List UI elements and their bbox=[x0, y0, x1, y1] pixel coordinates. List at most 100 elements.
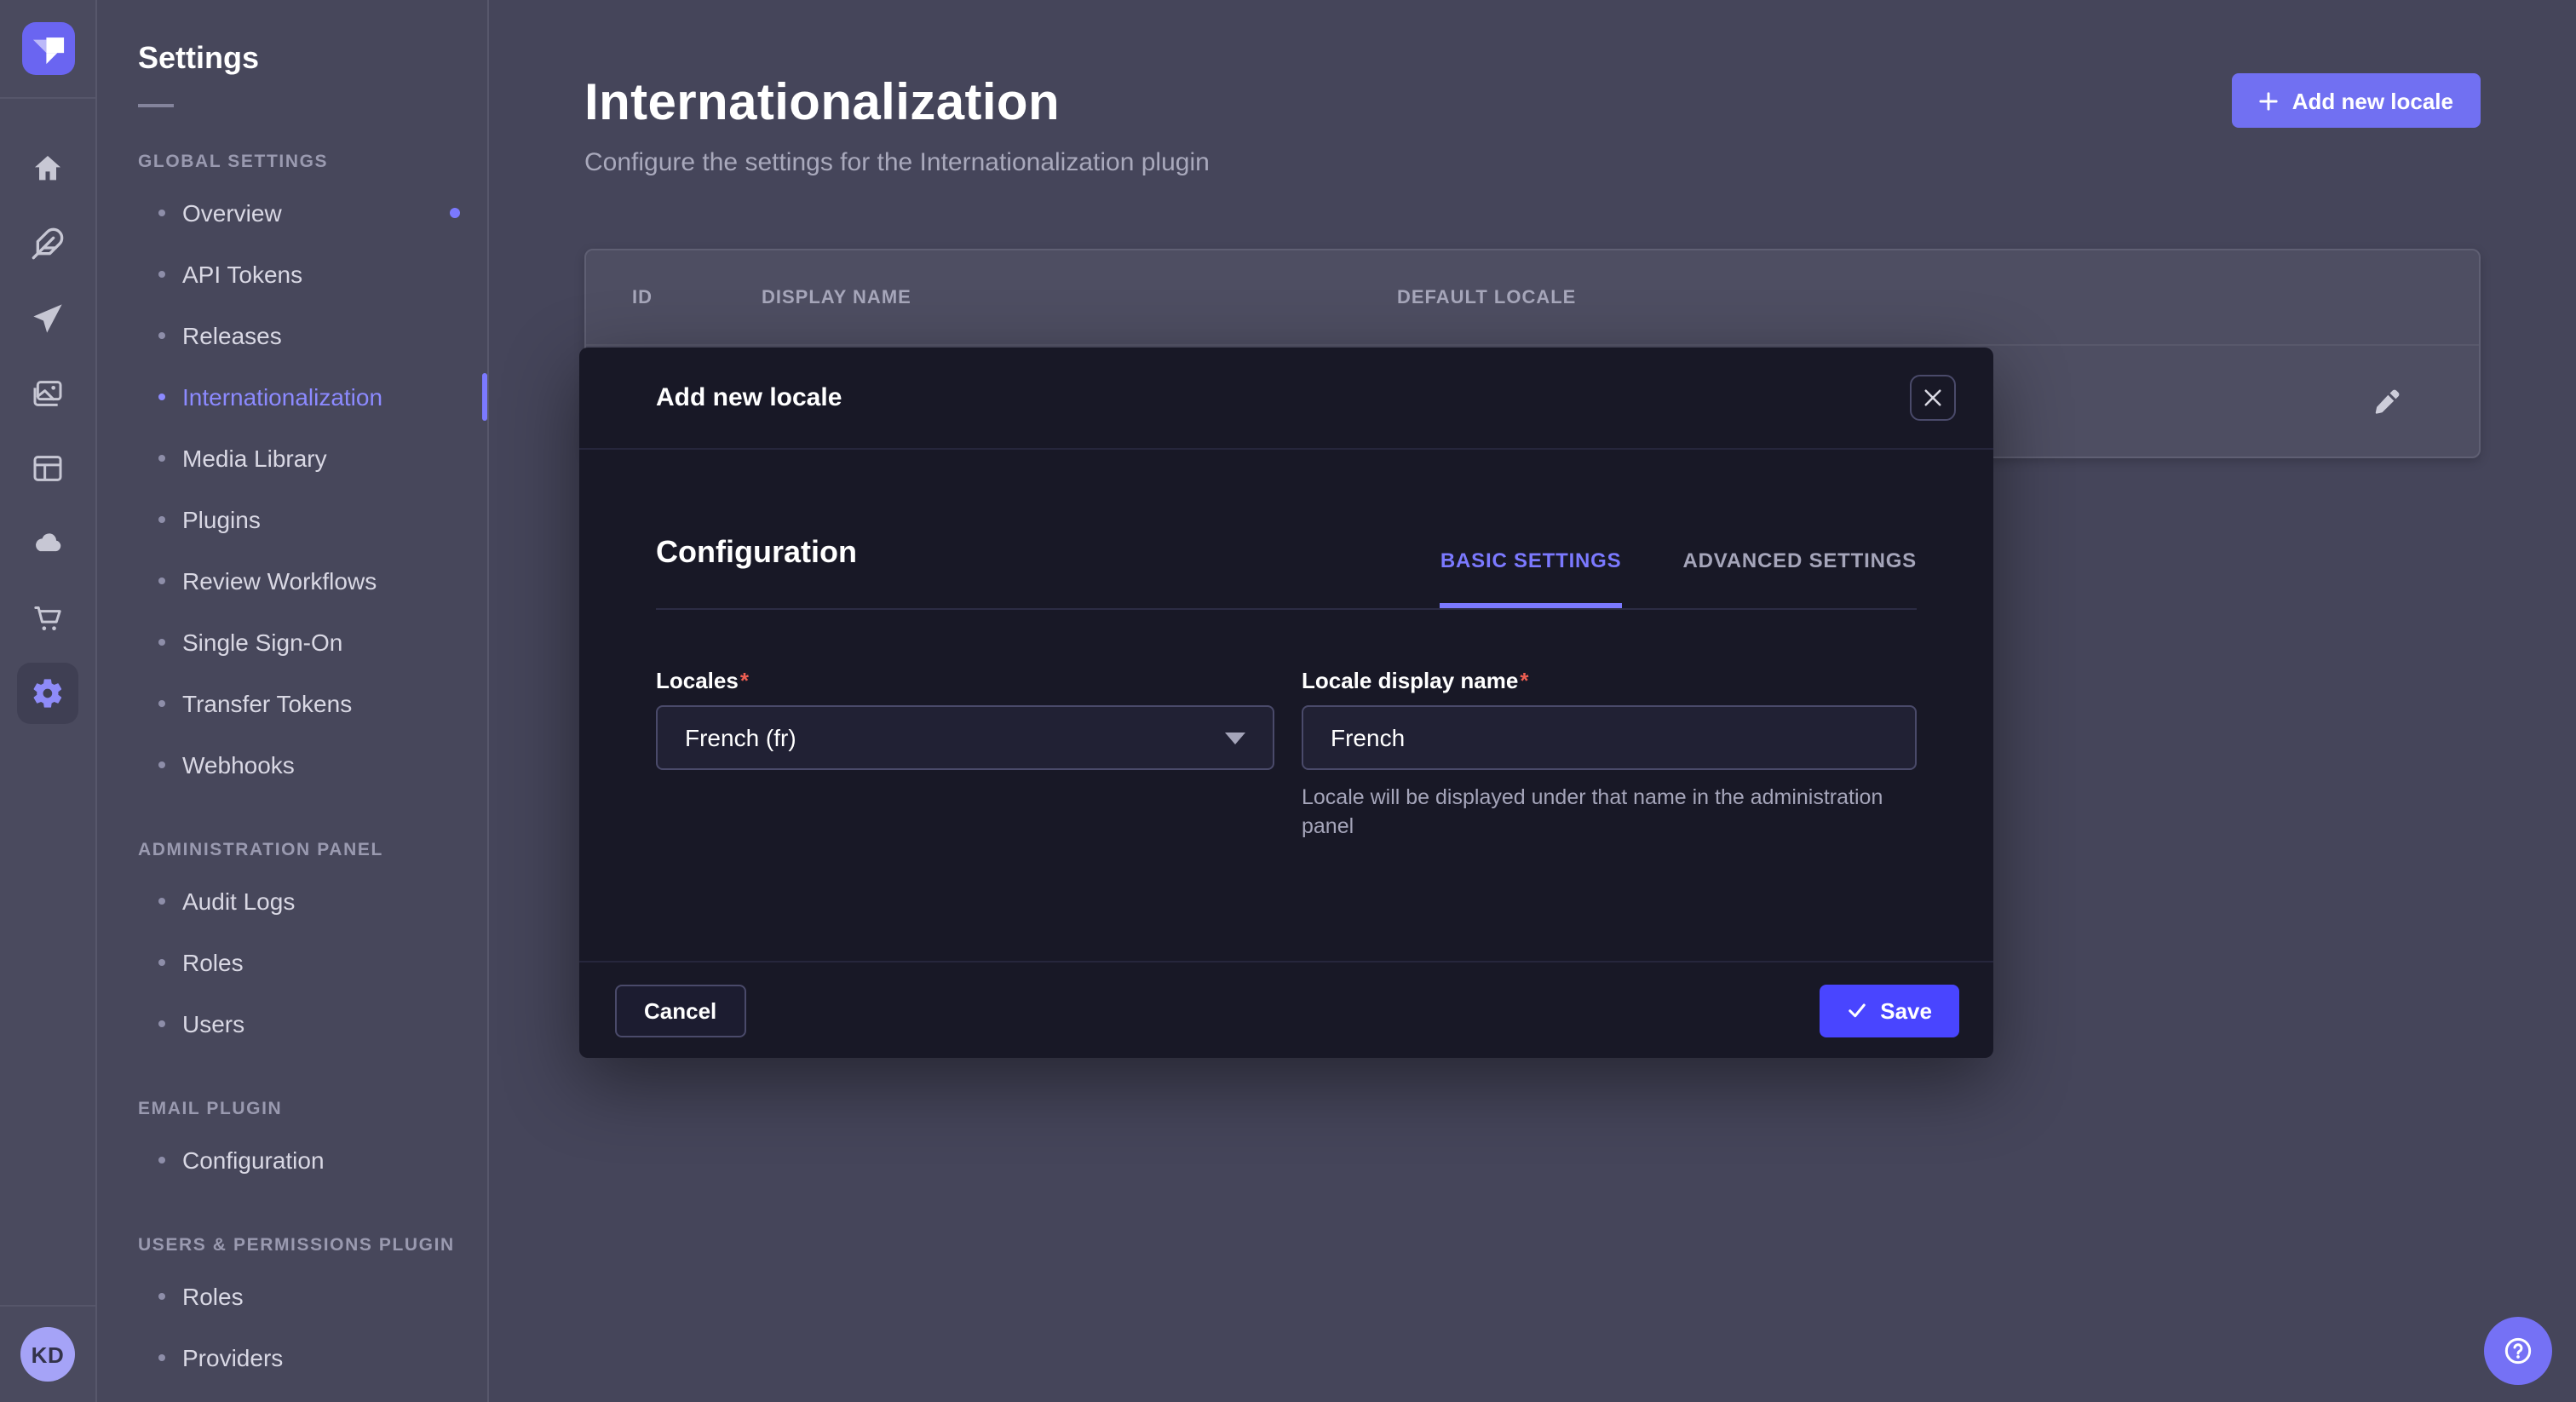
marketplace-cart-icon[interactable] bbox=[0, 581, 95, 656]
sidebar-item-label: Releases bbox=[182, 322, 282, 349]
save-button[interactable]: Save bbox=[1819, 984, 1959, 1037]
bullet-icon bbox=[158, 210, 165, 216]
sidebar-item-label: API Tokens bbox=[182, 261, 302, 288]
settings-gear-active-bg bbox=[17, 663, 78, 724]
locales-field: Locales* French (fr) bbox=[656, 668, 1274, 842]
media-library-icon[interactable] bbox=[0, 356, 95, 431]
display-name-field: Locale display name* Locale will be disp… bbox=[1302, 668, 1917, 842]
bullet-icon bbox=[158, 959, 165, 966]
sidebar-item-plugins[interactable]: Plugins bbox=[138, 489, 487, 550]
add-new-locale-button[interactable]: Add new locale bbox=[2233, 73, 2481, 128]
sidebar-item-single-sign-on[interactable]: Single Sign-On bbox=[138, 612, 487, 673]
sidebar-item-label: Roles bbox=[182, 1283, 244, 1310]
bullet-icon bbox=[158, 1020, 165, 1027]
section-administration-panel: ADMINISTRATION PANEL bbox=[138, 840, 487, 860]
tab-advanced-settings[interactable]: ADVANCED SETTINGS bbox=[1682, 549, 1917, 608]
bullet-icon bbox=[158, 1157, 165, 1164]
user-avatar[interactable]: KD bbox=[20, 1327, 75, 1382]
sidebar-item-label: Audit Logs bbox=[182, 888, 295, 915]
check-icon bbox=[1846, 1000, 1866, 1020]
bullet-icon bbox=[158, 455, 165, 462]
content-manager-feather-icon[interactable] bbox=[0, 206, 95, 281]
sidebar-item-label: Media Library bbox=[182, 445, 327, 472]
locales-select[interactable]: French (fr) bbox=[656, 705, 1274, 770]
sidebar-item-label: Internationalization bbox=[182, 383, 382, 411]
sidebar-item-up-providers[interactable]: Providers bbox=[138, 1327, 487, 1388]
page-title: Internationalization bbox=[584, 75, 2481, 133]
sidebar-item-api-tokens[interactable]: API Tokens bbox=[138, 244, 487, 305]
plus-icon bbox=[2260, 91, 2279, 110]
bullet-icon bbox=[158, 332, 165, 339]
modal-title: Add new locale bbox=[656, 383, 842, 412]
settings-gear-icon[interactable] bbox=[0, 656, 95, 731]
section-email-plugin: EMAIL PLUGIN bbox=[138, 1099, 487, 1119]
display-name-input[interactable] bbox=[1303, 707, 1915, 768]
sidebar-item-label: Configuration bbox=[182, 1146, 325, 1174]
nav-rail: KD bbox=[0, 0, 97, 1402]
cancel-button[interactable]: Cancel bbox=[615, 984, 745, 1037]
bullet-icon bbox=[158, 271, 165, 278]
strapi-logo-icon bbox=[21, 22, 74, 75]
rail-icons bbox=[0, 99, 95, 731]
bullet-icon bbox=[158, 516, 165, 523]
sidebar-item-admin-users[interactable]: Users bbox=[138, 993, 487, 1054]
required-asterisk: * bbox=[740, 668, 749, 693]
sidebar-item-label: Webhooks bbox=[182, 751, 295, 779]
bullet-icon bbox=[158, 700, 165, 707]
tab-basic-settings[interactable]: BASIC SETTINGS bbox=[1440, 549, 1622, 608]
sidebar-item-internationalization[interactable]: Internationalization bbox=[138, 366, 487, 428]
notification-dot-icon bbox=[450, 208, 460, 218]
locale-form-row: Locales* French (fr) Locale display name… bbox=[656, 668, 1917, 842]
bullet-icon bbox=[158, 394, 165, 400]
display-name-label-text: Locale display name bbox=[1302, 668, 1518, 693]
column-header-default-locale: DEFAULT LOCALE bbox=[1397, 287, 2433, 307]
sidebar-item-label: Users bbox=[182, 1010, 244, 1037]
locales-label-text: Locales bbox=[656, 668, 739, 693]
home-icon[interactable] bbox=[0, 131, 95, 206]
sidebar-item-label: Overview bbox=[182, 199, 282, 227]
sidebar-item-audit-logs[interactable]: Audit Logs bbox=[138, 871, 487, 932]
cloud-icon[interactable] bbox=[0, 506, 95, 581]
sidebar-item-transfer-tokens[interactable]: Transfer Tokens bbox=[138, 673, 487, 734]
sidebar-item-label: Transfer Tokens bbox=[182, 690, 352, 717]
add-new-locale-modal: Add new locale Configuration BASIC SETTI… bbox=[579, 348, 1993, 1058]
sidebar-item-label: Plugins bbox=[182, 506, 261, 533]
edit-locale-button[interactable] bbox=[2363, 378, 2411, 426]
display-name-input-wrap bbox=[1302, 705, 1917, 770]
sidebar-item-review-workflows[interactable]: Review Workflows bbox=[138, 550, 487, 612]
content-type-builder-layout-icon[interactable] bbox=[0, 431, 95, 506]
sidebar-item-releases[interactable]: Releases bbox=[138, 305, 487, 366]
configuration-header-row: Configuration BASIC SETTINGS ADVANCED SE… bbox=[656, 535, 1917, 610]
settings-tabs: BASIC SETTINGS ADVANCED SETTINGS bbox=[1440, 549, 1917, 608]
required-asterisk: * bbox=[1520, 668, 1528, 693]
help-button[interactable] bbox=[2484, 1317, 2552, 1385]
sidebar-item-label: Providers bbox=[182, 1344, 283, 1371]
sidebar-item-media-library[interactable]: Media Library bbox=[138, 428, 487, 489]
column-header-id: ID bbox=[632, 287, 762, 307]
sidebar-item-email-configuration[interactable]: Configuration bbox=[138, 1129, 487, 1191]
modal-footer: Cancel Save bbox=[579, 961, 1993, 1058]
strapi-logo[interactable] bbox=[21, 22, 74, 75]
display-name-helper: Locale will be displayed under that name… bbox=[1302, 784, 1915, 842]
sidebar-item-label: Roles bbox=[182, 949, 244, 976]
sidebar-item-webhooks[interactable]: Webhooks bbox=[138, 734, 487, 796]
sidebar-item-overview[interactable]: Overview bbox=[138, 182, 487, 244]
rail-bottom-divider bbox=[0, 1305, 95, 1307]
close-icon bbox=[1923, 388, 1942, 407]
modal-header: Add new locale bbox=[579, 348, 1993, 450]
help-question-icon bbox=[2501, 1334, 2535, 1368]
sidebar-item-admin-roles[interactable]: Roles bbox=[138, 932, 487, 993]
sidebar-title-underline bbox=[138, 104, 174, 107]
send-plane-icon[interactable] bbox=[0, 281, 95, 356]
add-new-locale-label: Add new locale bbox=[2292, 88, 2453, 113]
settings-sidebar: Settings GLOBAL SETTINGS Overview API To… bbox=[97, 0, 489, 1402]
modal-close-button[interactable] bbox=[1910, 375, 1956, 421]
bullet-icon bbox=[158, 761, 165, 768]
app-screen: KD Settings GLOBAL SETTINGS Overview API… bbox=[0, 0, 2576, 1402]
configuration-title: Configuration bbox=[656, 535, 857, 608]
rail-bottom: KD bbox=[0, 1305, 95, 1402]
column-header-display-name: DISPLAY NAME bbox=[762, 287, 1397, 307]
sidebar-item-label: Review Workflows bbox=[182, 567, 377, 595]
sidebar-item-up-roles[interactable]: Roles bbox=[138, 1266, 487, 1327]
modal-body: Configuration BASIC SETTINGS ADVANCED SE… bbox=[579, 535, 1993, 842]
